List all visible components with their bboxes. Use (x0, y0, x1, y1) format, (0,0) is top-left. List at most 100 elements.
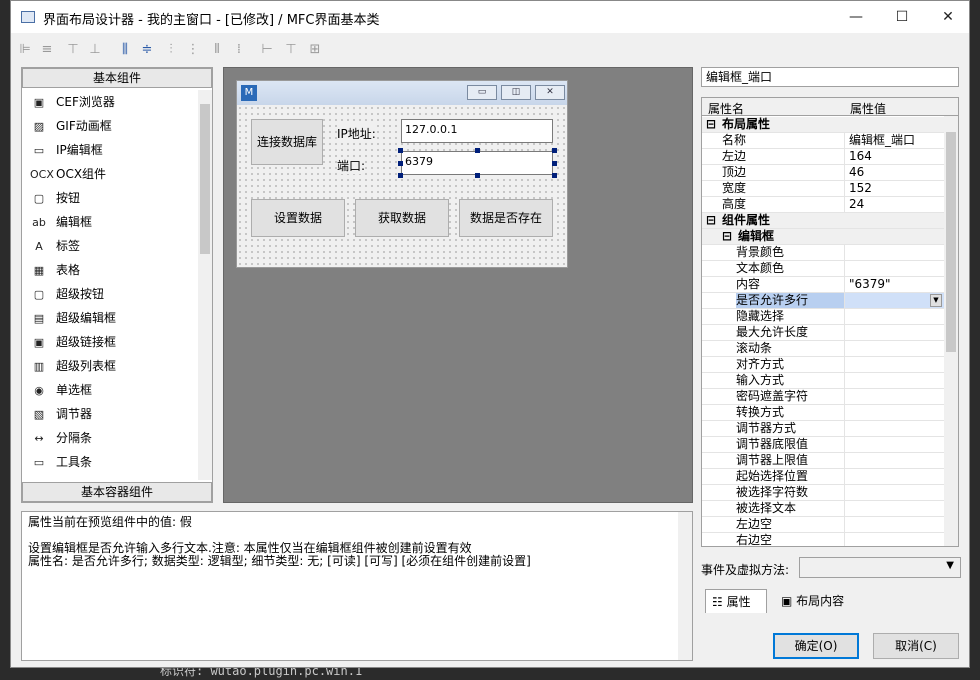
palette-item[interactable]: ▭ IP编辑框 (30, 138, 198, 162)
align-left-icon[interactable]: ⊫ (17, 42, 33, 58)
maximize-icon[interactable]: ☐ (879, 1, 925, 33)
palette-header-container[interactable]: 基本容器组件 (22, 482, 212, 502)
align-top-icon[interactable]: ⊤ (65, 42, 81, 58)
property-row[interactable]: 被选择字符数 (702, 485, 944, 501)
property-row[interactable]: ⊟ 布局属性 (702, 117, 944, 133)
property-value[interactable] (844, 373, 944, 388)
collapse-icon[interactable]: ⊟ (706, 117, 716, 132)
connect-db-button[interactable]: 连接数据库 (251, 119, 323, 165)
property-row[interactable]: 内容 "6379" (702, 277, 944, 293)
property-value[interactable] (844, 261, 944, 276)
property-row[interactable]: 高度 24 (702, 197, 944, 213)
property-row[interactable]: 名称 编辑框_端口 (702, 133, 944, 149)
minimize-icon[interactable]: — (833, 1, 879, 33)
space-h-icon[interactable]: ⫴ (209, 42, 225, 58)
close-icon[interactable]: ✕ (925, 1, 971, 33)
property-row[interactable]: 起始选择位置 (702, 469, 944, 485)
property-value[interactable] (844, 309, 944, 324)
palette-item[interactable]: ▢ 超级按钮 (30, 282, 198, 306)
space-v-icon[interactable]: ⁞ (231, 42, 247, 58)
palette-item[interactable]: ▧ 调节器 (30, 402, 198, 426)
property-value[interactable] (844, 389, 944, 404)
property-row[interactable]: ⊟ 编辑框 (702, 229, 944, 245)
property-value[interactable] (844, 357, 944, 372)
property-row[interactable]: 左边空 (702, 517, 944, 533)
grid-icon[interactable]: ⊞ (307, 42, 323, 58)
property-value[interactable] (844, 437, 944, 452)
selected-component-name[interactable]: 编辑框_端口 (701, 67, 959, 87)
design-form[interactable]: M ▭ ◫ ✕ 连接数据库 IP地址: 127.0.0.1 端口: 6379 设… (236, 80, 568, 268)
align-center-h-icon[interactable]: ≡ (39, 42, 55, 58)
property-row[interactable]: 文本颜色 (702, 261, 944, 277)
data-exists-button[interactable]: 数据是否存在 (459, 199, 553, 237)
property-row[interactable]: 被选择文本 (702, 501, 944, 517)
property-value[interactable]: 24 (844, 197, 944, 212)
property-row[interactable]: 背景颜色 (702, 245, 944, 261)
property-row[interactable]: 调节器底限值 (702, 437, 944, 453)
property-value[interactable] (844, 453, 944, 468)
selection-handle[interactable] (398, 173, 403, 178)
ip-edit[interactable]: 127.0.0.1 (401, 119, 553, 143)
dropdown-arrow-icon[interactable]: ▼ (930, 294, 942, 307)
palette-item[interactable]: ▣ CEF浏览器 (30, 90, 198, 114)
property-value[interactable]: 152 (844, 181, 944, 196)
selection-handle[interactable] (552, 173, 557, 178)
property-value[interactable] (844, 341, 944, 356)
property-row[interactable]: ⊟ 组件属性 (702, 213, 944, 229)
property-value[interactable] (844, 245, 944, 260)
same-height-icon[interactable]: ⋮ (185, 42, 201, 58)
palette-item[interactable]: A 标签 (30, 234, 198, 258)
property-row[interactable]: 是否允许多行 ▼ (702, 293, 944, 309)
selection-handle[interactable] (552, 148, 557, 153)
events-select[interactable]: ▼ (799, 557, 961, 578)
property-row[interactable]: 转换方式 (702, 405, 944, 421)
port-edit[interactable]: 6379 (401, 151, 553, 175)
property-row[interactable]: 密码遮盖字符 (702, 389, 944, 405)
palette-item[interactable]: ▦ 表格 (30, 258, 198, 282)
selection-handle[interactable] (398, 161, 403, 166)
property-value[interactable] (844, 469, 944, 484)
property-row[interactable]: 右边空 (702, 533, 944, 546)
tab-properties[interactable]: ☷ 属性 (705, 589, 767, 613)
property-value[interactable] (844, 501, 944, 516)
size-v-icon[interactable]: ⊤ (283, 42, 299, 58)
property-value[interactable] (844, 325, 944, 340)
align-middle-icon[interactable]: ≑ (139, 42, 155, 58)
property-value[interactable]: 164 (844, 149, 944, 164)
property-row[interactable]: 调节器上限值 (702, 453, 944, 469)
description-scrollbar[interactable] (678, 512, 692, 660)
set-data-button[interactable]: 设置数据 (251, 199, 345, 237)
palette-item[interactable]: ab 编辑框 (30, 210, 198, 234)
property-scroll-thumb[interactable] (946, 132, 956, 352)
palette-item[interactable]: ▢ 按钮 (30, 186, 198, 210)
design-area[interactable]: M ▭ ◫ ✕ 连接数据库 IP地址: 127.0.0.1 端口: 6379 设… (223, 67, 693, 503)
property-row[interactable]: 最大允许长度 (702, 325, 944, 341)
ok-button[interactable]: 确定(O) (773, 633, 859, 659)
property-value[interactable] (844, 293, 944, 308)
selection-handle[interactable] (475, 173, 480, 178)
property-value[interactable]: 编辑框_端口 (844, 133, 944, 148)
palette-item[interactable]: ▥ 超级列表框 (30, 354, 198, 378)
align-center-v-icon[interactable]: ⫼ (117, 42, 133, 58)
property-value[interactable] (844, 421, 944, 436)
property-row[interactable]: 顶边 46 (702, 165, 944, 181)
collapse-icon[interactable]: ⊟ (722, 229, 732, 244)
palette-item[interactable]: ↔ 分隔条 (30, 426, 198, 450)
align-bottom-icon[interactable]: ⊥ (87, 42, 103, 58)
selection-handle[interactable] (552, 161, 557, 166)
property-value[interactable]: "6379" (844, 277, 944, 292)
palette-header-basic[interactable]: 基本组件 (22, 68, 212, 88)
form-canvas[interactable]: 连接数据库 IP地址: 127.0.0.1 端口: 6379 设置数据 获取数据… (237, 105, 567, 267)
property-row[interactable]: 隐藏选择 (702, 309, 944, 325)
palette-item[interactable]: ▣ 超级链接框 (30, 330, 198, 354)
property-value[interactable] (844, 533, 944, 546)
property-row[interactable]: 输入方式 (702, 373, 944, 389)
size-h-icon[interactable]: ⊢ (259, 42, 275, 58)
property-row[interactable]: 滚动条 (702, 341, 944, 357)
cancel-button[interactable]: 取消(C) (873, 633, 959, 659)
same-width-icon[interactable]: ⫶ (163, 42, 179, 58)
palette-scroll-thumb[interactable] (200, 104, 210, 254)
palette-item[interactable]: ▨ GIF动画框 (30, 114, 198, 138)
palette-scrollbar[interactable] (198, 90, 212, 480)
property-value[interactable]: 46 (844, 165, 944, 180)
